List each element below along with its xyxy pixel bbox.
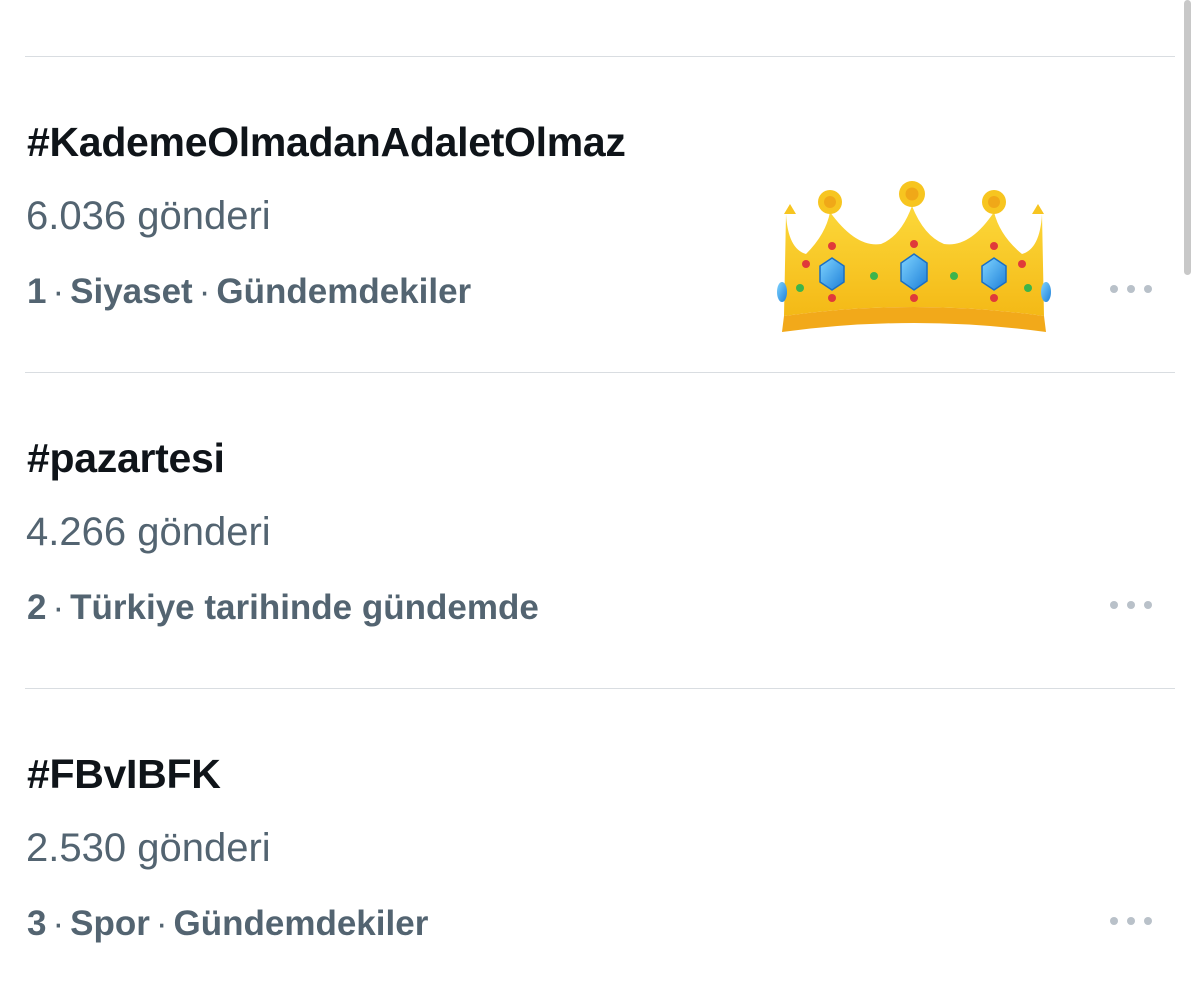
dot-icon <box>1110 601 1118 609</box>
meta-separator: · <box>52 588 65 627</box>
trend-post-count: 4.266 gönderi <box>26 510 271 554</box>
trend-post-count: 2.530 gönderi <box>26 826 271 870</box>
trend-item-1[interactable]: #KademeOlmadanAdaletOlmaz 6.036 gönderi … <box>0 56 1200 372</box>
dot-icon <box>1127 285 1135 293</box>
trend-meta: 1 · Siyaset · Gündemdekiler <box>27 272 471 312</box>
trend-item-2[interactable]: #pazartesi 4.266 gönderi 2 · Türkiye tarih… <box>0 372 1200 688</box>
trend-meta: 3 · Spor · Gündemdekiler <box>27 904 428 944</box>
trend-rank: 1 <box>27 272 47 311</box>
dot-icon <box>1127 601 1135 609</box>
more-options-button[interactable] <box>1110 282 1152 296</box>
trend-meta: 2 · Türkiye tarihinde gündemde <box>27 588 539 628</box>
dot-icon <box>1127 917 1135 925</box>
trends-list: #KademeOlmadanAdaletOlmaz 6.036 gönderi … <box>0 0 1200 994</box>
meta-separator: · <box>52 904 65 943</box>
dot-icon <box>1144 917 1152 925</box>
trend-post-count: 6.036 gönderi <box>26 194 271 238</box>
meta-separator: · <box>155 904 168 943</box>
trend-hashtag[interactable]: #KademeOlmadanAdaletOlmaz <box>27 119 626 166</box>
trend-category: Siyaset <box>70 272 193 311</box>
trend-category: Türkiye tarihinde gündemde <box>70 588 539 627</box>
meta-separator: · <box>52 272 65 311</box>
trend-rank: 2 <box>27 588 47 627</box>
meta-separator: · <box>198 272 211 311</box>
trend-hashtag[interactable]: #FBvIBFK <box>27 751 221 798</box>
dot-icon <box>1144 285 1152 293</box>
trend-item-3[interactable]: #FBvIBFK 2.530 gönderi 3 · Spor · Gündemdeki… <box>0 688 1200 994</box>
more-options-button[interactable] <box>1110 914 1152 928</box>
dot-icon <box>1110 917 1118 925</box>
more-options-button[interactable] <box>1110 598 1152 612</box>
crown-icon <box>776 174 1052 340</box>
trend-context: Gündemdekiler <box>173 904 429 943</box>
trend-category: Spor <box>70 904 150 943</box>
dot-icon <box>1110 285 1118 293</box>
trend-context: Gündemdekiler <box>216 272 472 311</box>
trend-hashtag[interactable]: #pazartesi <box>27 435 225 482</box>
trend-rank: 3 <box>27 904 47 943</box>
dot-icon <box>1144 601 1152 609</box>
